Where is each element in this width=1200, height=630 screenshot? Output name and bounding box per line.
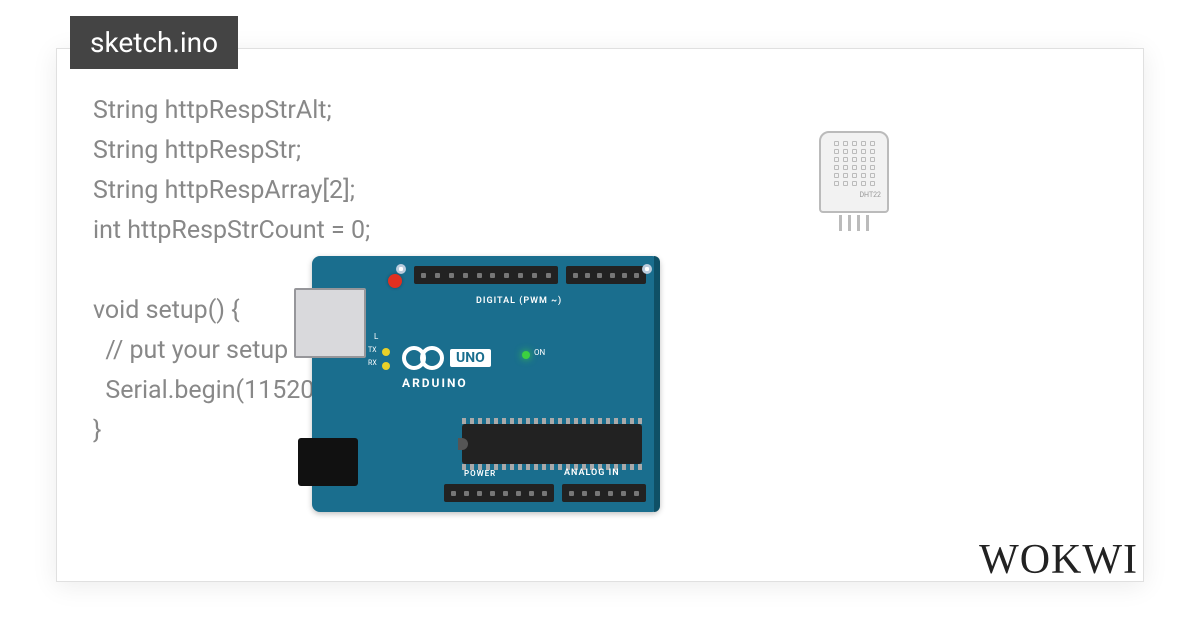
- wokwi-logo: WOKWI: [979, 536, 1138, 584]
- wokwi-logo-text: WOKWI: [979, 537, 1138, 583]
- code-line: int httpRespStrCount = 0;: [93, 216, 370, 245]
- uno-badge: UNO: [450, 349, 491, 367]
- power-pin-header[interactable]: [444, 484, 554, 502]
- arduino-uno-board[interactable]: L TX RX ON DIGITAL (PWM ~) ANALOG IN POW…: [312, 256, 660, 512]
- rx-led-icon: [382, 362, 390, 370]
- code-line: Serial.begin(115200);: [93, 376, 342, 405]
- analog-label: ANALOG IN: [564, 468, 620, 478]
- arduino-brand: ARDUINO: [402, 376, 468, 390]
- tx-led-icon: [382, 348, 390, 356]
- code-line: String httpRespArray[2];: [93, 176, 355, 205]
- atmega-chip: [462, 424, 642, 464]
- led-label: L: [374, 332, 378, 341]
- editor-card: String httpRespStrAlt; String httpRespSt…: [56, 48, 1144, 582]
- dht22-sensor[interactable]: DHT22: [819, 131, 889, 229]
- code-line: String httpRespStrAlt;: [93, 96, 332, 125]
- reset-button-icon[interactable]: [388, 274, 402, 288]
- analog-pin-header[interactable]: [562, 484, 646, 502]
- led-label: RX: [368, 359, 377, 367]
- mounting-hole-icon: [396, 264, 406, 274]
- digital-pin-header-2[interactable]: [566, 266, 646, 284]
- dht22-body: DHT22: [819, 131, 889, 213]
- usb-port: [294, 288, 366, 358]
- dht22-label: DHT22: [859, 191, 881, 199]
- file-tab-label: sketch.ino: [90, 26, 218, 59]
- digital-pin-header-1[interactable]: [414, 266, 558, 284]
- arduino-logo-icon: UNO: [402, 346, 491, 370]
- power-jack: [298, 438, 358, 486]
- code-line: }: [93, 416, 101, 445]
- led-label: ON: [534, 348, 545, 357]
- dht22-pins[interactable]: [819, 215, 889, 231]
- led-label: TX: [368, 346, 377, 354]
- file-tab[interactable]: sketch.ino: [70, 16, 238, 69]
- power-label: POWER: [464, 469, 496, 478]
- code-line: String httpRespStr;: [93, 136, 301, 165]
- code-line: void setup() {: [93, 296, 240, 325]
- on-led-icon: [522, 351, 530, 359]
- mounting-hole-icon: [642, 264, 652, 274]
- arduino-pcb: L TX RX ON DIGITAL (PWM ~) ANALOG IN POW…: [312, 256, 660, 512]
- digital-label: DIGITAL (PWM ~): [476, 296, 562, 306]
